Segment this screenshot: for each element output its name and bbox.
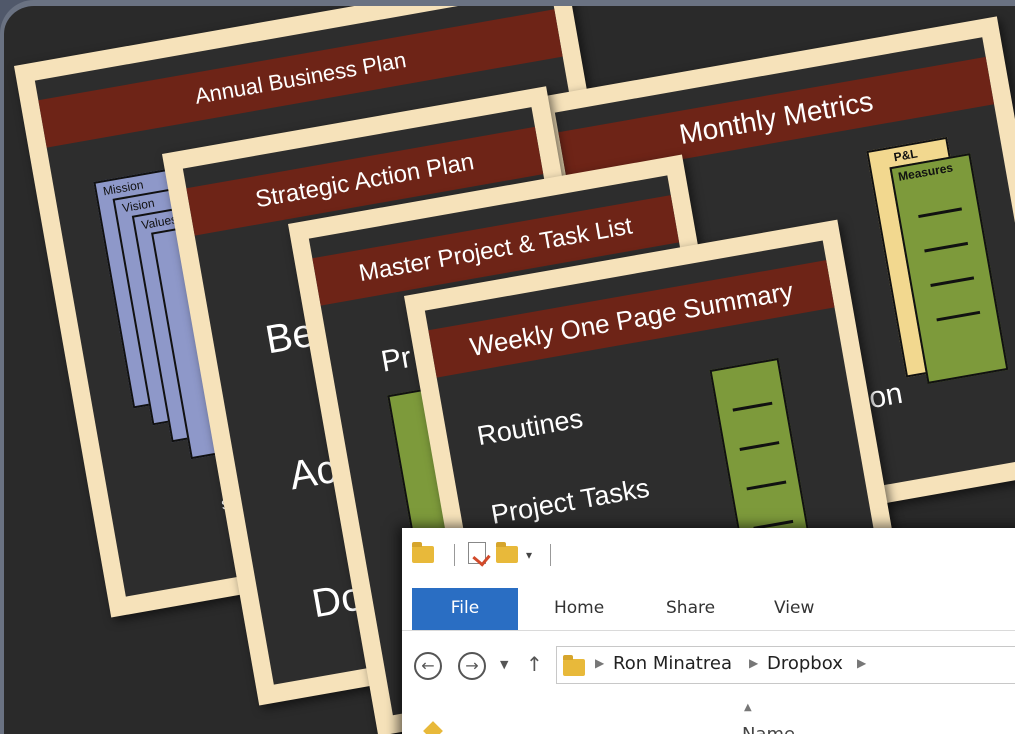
file-explorer-window: ▾ File Home Share View ← → ▼ ↑ ▶ Ron Min…	[402, 528, 1015, 734]
navigation-pane-item[interactable]	[423, 721, 443, 734]
breadcrumb-dropbox[interactable]: Dropbox	[767, 653, 843, 674]
chevron-down-icon[interactable]: ▼	[500, 658, 508, 671]
new-folder-icon[interactable]	[496, 542, 518, 563]
tab-home[interactable]: Home	[554, 598, 604, 618]
separator	[550, 544, 551, 566]
up-arrow-icon[interactable]: ↑	[526, 652, 543, 676]
column-header-name[interactable]: Name	[742, 724, 795, 734]
separator	[454, 544, 455, 566]
tab-view[interactable]: View	[774, 598, 814, 618]
folder-icon[interactable]	[412, 542, 434, 563]
ribbon-tabs: File Home Share View	[402, 588, 1015, 631]
folder-icon	[563, 655, 585, 676]
quick-access-toolbar: ▾	[402, 528, 1015, 584]
back-icon[interactable]: ←	[414, 652, 442, 680]
forward-icon[interactable]: →	[458, 652, 486, 680]
weekly-item-routines: Routines	[474, 403, 586, 452]
breadcrumb-separator: ▶	[749, 656, 759, 670]
tab-file[interactable]: File	[412, 588, 518, 630]
sort-ascending-icon: ▲	[744, 702, 752, 713]
master-partial-text: Pr	[378, 340, 414, 379]
tab-share[interactable]: Share	[666, 598, 715, 618]
address-bar-row: ← → ▼ ↑ ▶ Ron Minatrea ▶ Dropbox ▶	[402, 640, 1015, 692]
breadcrumb-separator: ▶	[595, 656, 605, 670]
breadcrumb-separator: ▶	[857, 656, 867, 670]
customize-toolbar-icon[interactable]: ▾	[526, 548, 532, 562]
slide-background: Annual Business Plan Mission Vision Valu…	[0, 0, 1015, 734]
breadcrumb-ron-minatrea[interactable]: Ron Minatrea	[613, 653, 732, 674]
monthly-partial-text: on	[866, 376, 906, 416]
address-path[interactable]: ▶ Ron Minatrea ▶ Dropbox ▶	[556, 646, 1015, 684]
weekly-item-project-tasks: Project Tasks	[488, 472, 652, 530]
properties-icon[interactable]	[468, 542, 491, 567]
